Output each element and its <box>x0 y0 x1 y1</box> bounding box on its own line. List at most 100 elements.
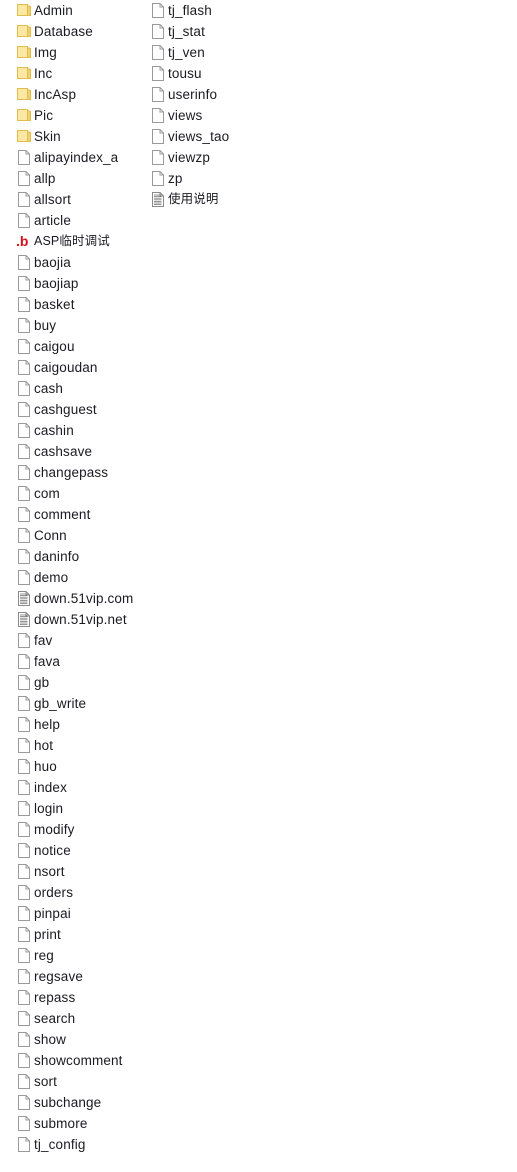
file-row[interactable]: 使用说明 <box>134 189 229 210</box>
file-row[interactable]: nsort <box>0 861 133 882</box>
file-icon <box>17 1136 31 1153</box>
file-row[interactable]: caigou <box>0 336 133 357</box>
file-row[interactable]: modify <box>0 819 133 840</box>
file-row[interactable]: buy <box>0 315 133 336</box>
file-name-label: views <box>168 108 203 123</box>
file-row[interactable]: tj_flash <box>134 0 229 21</box>
file-row[interactable]: allp <box>0 168 133 189</box>
file-icon <box>17 422 31 439</box>
file-row[interactable]: cashsave <box>0 441 133 462</box>
file-row[interactable]: reg <box>0 945 133 966</box>
file-row[interactable]: .b ASP临时调试 <box>0 231 133 252</box>
file-row[interactable]: fav <box>0 630 133 651</box>
file-row[interactable]: userinfo <box>134 84 229 105</box>
file-row[interactable]: gb <box>0 672 133 693</box>
file-row[interactable]: submore <box>0 1113 133 1134</box>
file-row[interactable]: show <box>0 1029 133 1050</box>
file-icon <box>17 1031 31 1048</box>
file-row[interactable]: Database <box>0 21 133 42</box>
file-row[interactable]: Pic <box>0 105 133 126</box>
file-row[interactable]: alipayindex_a <box>0 147 133 168</box>
file-name-label: demo <box>34 570 69 585</box>
file-icon <box>17 569 31 586</box>
file-name-label: index <box>34 780 67 795</box>
file-row[interactable]: index <box>0 777 133 798</box>
file-icon <box>17 485 31 502</box>
file-row[interactable]: regsave <box>0 966 133 987</box>
file-row[interactable]: cash <box>0 378 133 399</box>
file-row[interactable]: changepass <box>0 462 133 483</box>
file-row[interactable]: comment <box>0 504 133 525</box>
file-row[interactable]: baojia <box>0 252 133 273</box>
file-row[interactable]: views <box>134 105 229 126</box>
file-name-label: modify <box>34 822 75 837</box>
file-name-label: help <box>34 717 61 732</box>
file-row[interactable]: Conn <box>0 525 133 546</box>
file-name-label: tj_config <box>34 1137 86 1152</box>
file-row[interactable]: hot <box>0 735 133 756</box>
file-icon <box>17 548 31 565</box>
file-row[interactable]: views_tao <box>134 126 229 147</box>
file-row[interactable]: tj_stat <box>134 21 229 42</box>
file-row[interactable]: repass <box>0 987 133 1008</box>
file-name-label: subchange <box>34 1095 102 1110</box>
file-row[interactable]: daninfo <box>0 546 133 567</box>
file-name-label: userinfo <box>168 87 218 102</box>
file-row[interactable]: tousu <box>134 63 229 84</box>
file-row[interactable]: basket <box>0 294 133 315</box>
file-row[interactable]: article <box>0 210 133 231</box>
file-row[interactable]: Img <box>0 42 133 63</box>
file-name-label: huo <box>34 759 57 774</box>
file-row[interactable]: tj_config <box>0 1134 133 1155</box>
file-row[interactable]: search <box>0 1008 133 1029</box>
file-icon <box>17 380 31 397</box>
file-row[interactable]: cashguest <box>0 399 133 420</box>
file-name-label: zp <box>168 171 183 186</box>
file-row[interactable]: demo <box>0 567 133 588</box>
file-row[interactable]: sort <box>0 1071 133 1092</box>
file-row[interactable]: tj_ven <box>134 42 229 63</box>
text-document-icon <box>17 611 31 628</box>
file-row[interactable]: Admin <box>0 0 133 21</box>
file-row[interactable]: zp <box>134 168 229 189</box>
file-row[interactable]: print <box>0 924 133 945</box>
file-row[interactable]: com <box>0 483 133 504</box>
folder-icon <box>17 128 31 145</box>
file-row[interactable]: baojiap <box>0 273 133 294</box>
file-name-label: allsort <box>34 192 71 207</box>
file-row[interactable]: huo <box>0 756 133 777</box>
file-name-label: showcomment <box>34 1053 123 1068</box>
file-name-label: IncAsp <box>34 87 77 102</box>
file-icon <box>17 359 31 376</box>
file-name-label: 使用说明 <box>168 192 219 206</box>
file-icon <box>17 947 31 964</box>
file-row[interactable]: allsort <box>0 189 133 210</box>
file-row[interactable]: IncAsp <box>0 84 133 105</box>
file-row[interactable]: cashin <box>0 420 133 441</box>
file-row[interactable]: caigoudan <box>0 357 133 378</box>
file-icon <box>17 296 31 313</box>
folder-icon <box>17 86 31 103</box>
file-row[interactable]: notice <box>0 840 133 861</box>
file-name-label: orders <box>34 885 74 900</box>
file-name-label: tj_ven <box>168 45 205 60</box>
file-row[interactable]: login <box>0 798 133 819</box>
file-row[interactable]: subchange <box>0 1092 133 1113</box>
file-row[interactable]: pinpai <box>0 903 133 924</box>
file-icon <box>17 170 31 187</box>
file-icon <box>17 800 31 817</box>
file-row[interactable]: down.51vip.com <box>0 588 133 609</box>
file-row[interactable]: viewzp <box>134 147 229 168</box>
file-row[interactable]: down.51vip.net <box>0 609 133 630</box>
file-row[interactable]: gb_write <box>0 693 133 714</box>
file-icon <box>17 527 31 544</box>
file-row[interactable]: orders <box>0 882 133 903</box>
file-icon <box>17 401 31 418</box>
file-row[interactable]: fava <box>0 651 133 672</box>
file-name-label: down.51vip.net <box>34 612 127 627</box>
file-row[interactable]: showcomment <box>0 1050 133 1071</box>
file-row[interactable]: help <box>0 714 133 735</box>
file-row[interactable]: Inc <box>0 63 133 84</box>
file-row[interactable]: Skin <box>0 126 133 147</box>
file-icon <box>151 65 165 82</box>
